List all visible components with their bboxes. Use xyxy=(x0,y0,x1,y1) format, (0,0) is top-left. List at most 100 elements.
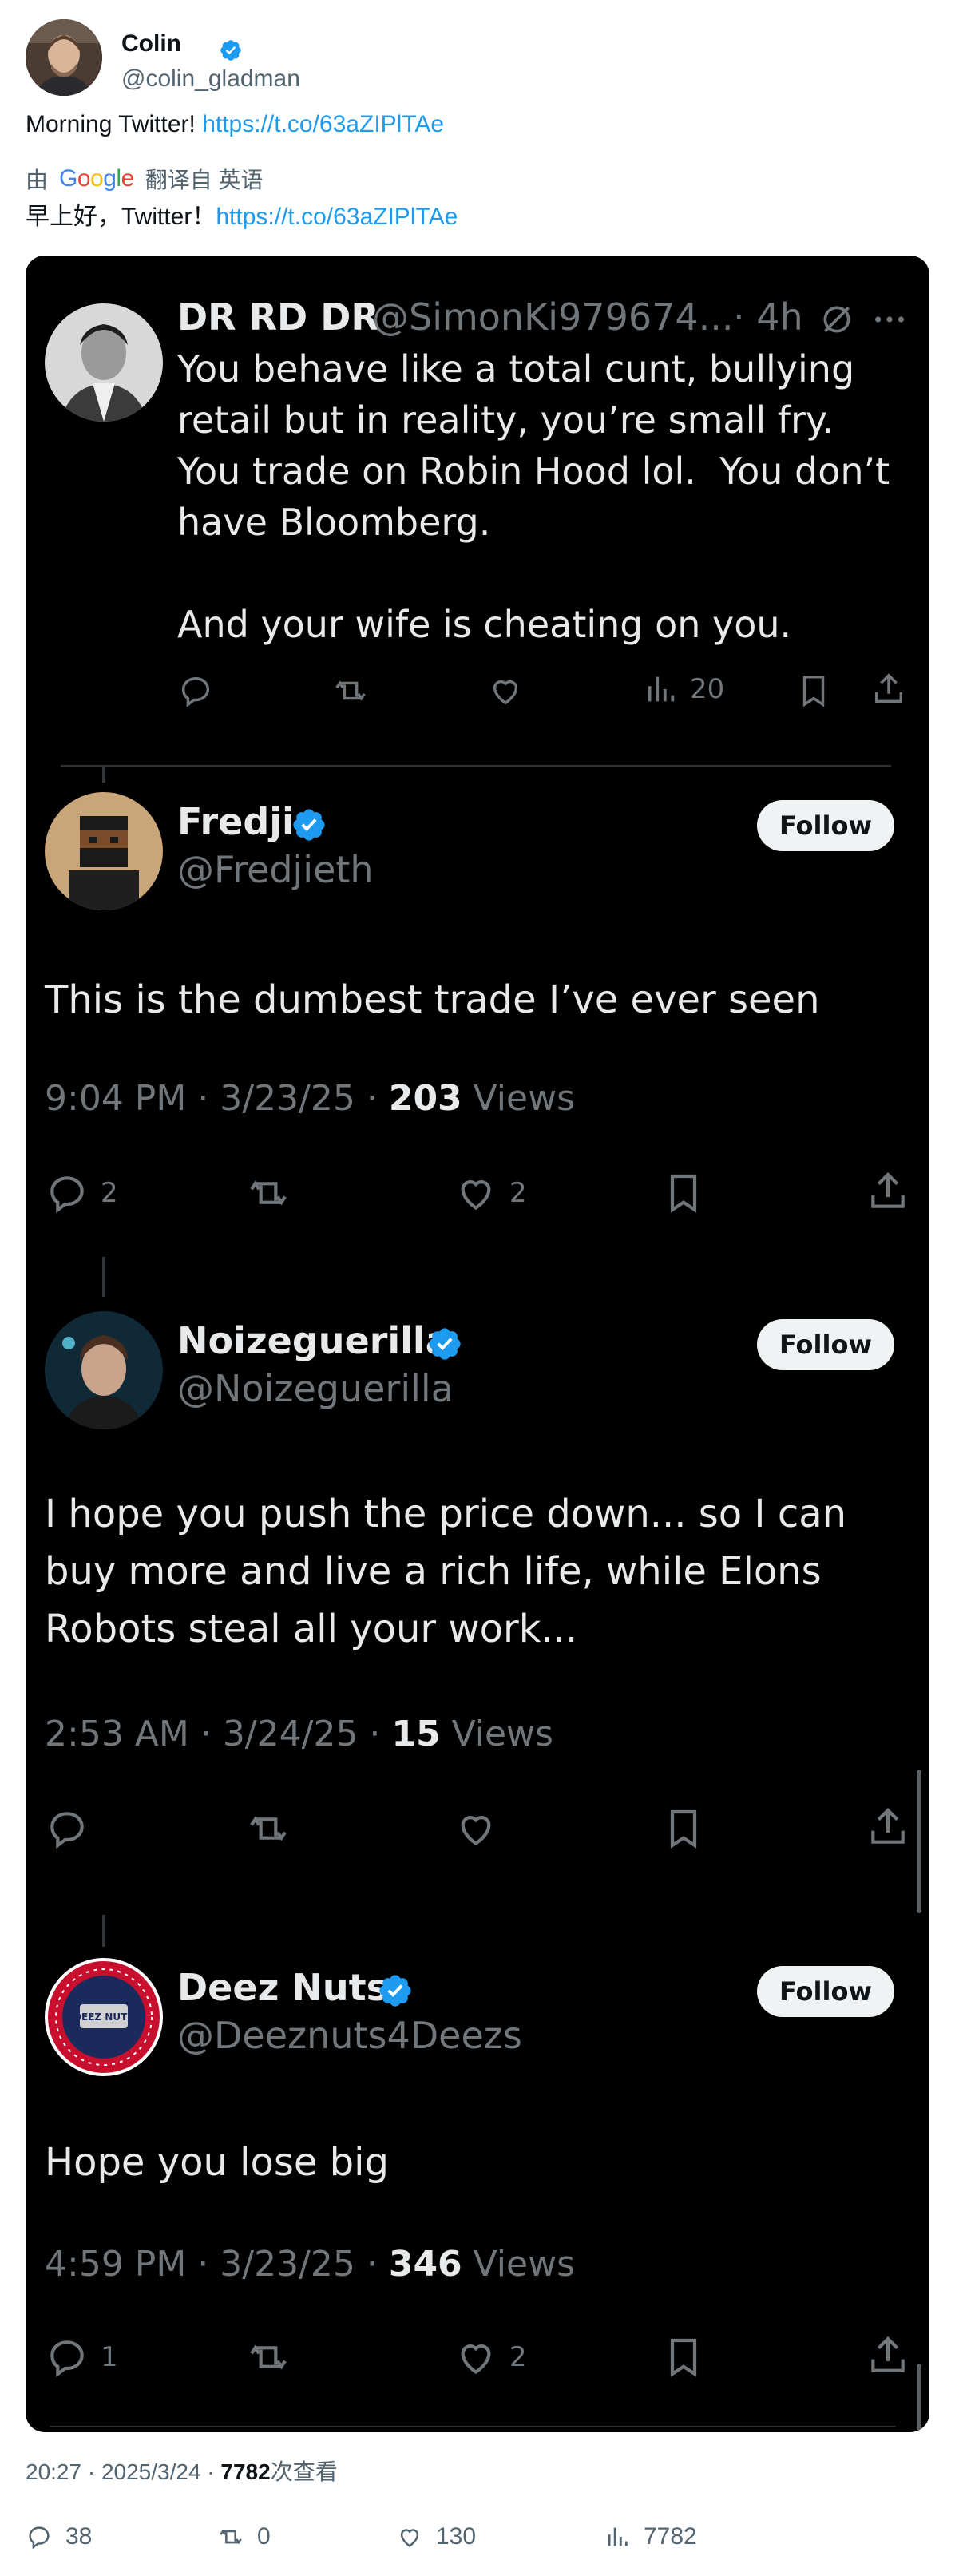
reply-avatar-deeznuts: DEEZ NUTS xyxy=(45,1958,163,2076)
reply-name-fredji: Fredji xyxy=(177,800,295,843)
reply-handle-deeznuts: @Deeznuts4Deezs xyxy=(177,2014,522,2057)
like-stat: 2 xyxy=(454,1171,527,1215)
reply-time: 2:53 AM · 3/24/25 · xyxy=(45,1714,392,1754)
views-count: 7782 xyxy=(644,2523,697,2550)
bookmark-icon xyxy=(802,676,825,707)
reply-avatar-noizeguerilla xyxy=(45,1311,163,1429)
like-count: 130 xyxy=(436,2523,477,2550)
thread-line xyxy=(102,1915,105,1947)
bookmark-icon xyxy=(670,2338,697,2377)
views-icon xyxy=(648,676,675,702)
thread-line xyxy=(102,1257,105,1297)
verified-icon xyxy=(293,809,325,841)
reply-handle-fredji: @Fredjieth xyxy=(177,848,374,891)
reply-text-noizeguerilla: I hope you push the price down... so I c… xyxy=(45,1492,859,1651)
more-icon xyxy=(875,316,904,323)
reply-count: 1 xyxy=(101,2341,118,2373)
retweet-count: 0 xyxy=(257,2523,271,2550)
share-icon xyxy=(871,2336,905,2372)
reply-handle-drrddr: @SimonKi979674... xyxy=(372,295,734,339)
verified-icon xyxy=(220,40,241,61)
views-label: Views xyxy=(440,1714,553,1754)
translation-suffix: 翻译自 英语 xyxy=(145,168,264,192)
translated-link[interactable]: https://t.co/63aZIPlTAe xyxy=(216,204,458,230)
verified-icon xyxy=(379,1975,411,2007)
bookmark-icon xyxy=(670,1809,697,1849)
follow-button: Follow xyxy=(757,1966,894,2017)
reply-time: 9:04 PM · 3/23/25 · xyxy=(45,1078,389,1119)
reply-avatar-fredji xyxy=(45,792,163,910)
reply-icon xyxy=(181,676,210,707)
views-label: Views xyxy=(462,2244,576,2285)
translation-attribution[interactable]: 由 Google 翻译自 英语 xyxy=(26,163,264,195)
share-icon xyxy=(871,1808,905,1844)
translated-text: 早上好，Twitter！https://t.co/63aZIPlTAe xyxy=(26,201,458,233)
google-logo: Google xyxy=(59,165,134,192)
views-label: Views xyxy=(462,1078,576,1119)
follow-button: Follow xyxy=(757,800,894,851)
reply-text-drrddr: You behave like a total cunt, bullying r… xyxy=(177,347,890,646)
reply-time: 4:59 PM · 3/23/25 · xyxy=(45,2244,389,2285)
views-count: 15 xyxy=(391,1714,441,1754)
views-count: 203 xyxy=(388,1078,462,1119)
like-count: 2 xyxy=(509,2341,527,2373)
svg-text:DEEZ NUTS: DEEZ NUTS xyxy=(73,2011,134,2023)
like-icon xyxy=(400,2529,419,2547)
grok-icon xyxy=(823,306,850,333)
share-icon xyxy=(874,673,903,703)
reply-time-drrddr: · 4h xyxy=(733,295,803,339)
tweet-text: Morning Twitter! https://t.co/63aZIPlTAe xyxy=(26,109,444,141)
divider xyxy=(50,2426,896,2427)
author-avatar[interactable] xyxy=(26,19,102,96)
reply-text-fredji: This is the dumbest trade I’ve ever seen xyxy=(45,977,820,1022)
views-count: 346 xyxy=(388,2244,462,2285)
reply-meta-noizeguerilla: 2:53 AM · 3/24/25 · 15 Views xyxy=(45,1714,553,1754)
reply-icon xyxy=(29,2526,50,2550)
reply-meta-fredji: 9:04 PM · 3/23/25 · 203 Views xyxy=(45,1078,575,1119)
tweet-author[interactable]: Colin @colin_gladman xyxy=(26,19,664,99)
reply-count: 2 xyxy=(101,1177,118,1209)
attached-screenshot[interactable]: DR RD DR @SimonKi979674... · 4h You beha… xyxy=(26,256,929,2432)
translated-text-content: 早上好，Twitter！ xyxy=(26,204,216,230)
like-icon xyxy=(461,2344,491,2375)
retweet-action[interactable]: 0 xyxy=(217,2523,271,2550)
like-stat: 2 xyxy=(454,2335,527,2380)
scrollbar xyxy=(917,2364,921,2431)
reply-stat: 1 xyxy=(45,2335,118,2380)
views-icon xyxy=(608,2527,628,2546)
like-count: 2 xyxy=(509,1177,527,1209)
reply-meta-deeznuts: 4:59 PM · 3/23/25 · 346 Views xyxy=(45,2244,575,2285)
tweet-text-content: Morning Twitter! xyxy=(26,111,203,137)
bookmark-icon xyxy=(670,1174,697,1213)
like-action[interactable]: 130 xyxy=(396,2523,476,2550)
reply-action[interactable]: 38 xyxy=(26,2523,92,2550)
tweet-link[interactable]: https://t.co/63aZIPlTAe xyxy=(202,111,444,137)
views-action[interactable]: 7782 xyxy=(604,2523,697,2550)
views-stat: 20 xyxy=(642,671,724,707)
reply-handle-noizeguerilla: @Noizeguerilla xyxy=(177,1367,454,1410)
views-label: 次查看 xyxy=(270,2459,338,2484)
like-icon xyxy=(461,1816,491,1846)
author-name[interactable]: Colin xyxy=(121,30,181,57)
retweet-icon xyxy=(250,1816,287,1841)
share-icon xyxy=(871,1172,905,1208)
tweet-timestamp[interactable]: 20:27 · 2025/3/24 · 7782次查看 xyxy=(26,2455,338,2487)
reply-count: 38 xyxy=(65,2523,93,2550)
reply-icon xyxy=(50,1176,84,1214)
like-icon xyxy=(493,680,518,705)
follow-button: Follow xyxy=(757,1319,894,1370)
retweet-icon xyxy=(335,680,366,701)
reply-name-drrddr: DR RD DR xyxy=(177,295,379,339)
retweet-icon xyxy=(220,2529,242,2545)
retweet-icon xyxy=(250,1180,287,1206)
reply-icon xyxy=(50,2340,84,2378)
reply-text-deeznuts: Hope you lose big xyxy=(45,2140,389,2185)
author-handle[interactable]: @colin_gladman xyxy=(121,65,300,93)
reply-name-noizeguerilla: Noizeguerilla xyxy=(177,1319,450,1362)
reply-name-deeznuts: Deez Nuts xyxy=(177,1966,388,2009)
verified-icon xyxy=(429,1328,461,1360)
views-count: 20 xyxy=(690,673,725,705)
timestamp-text: 20:27 · 2025/3/24 · xyxy=(26,2459,221,2484)
divider xyxy=(61,765,891,767)
translation-prefix: 由 xyxy=(26,168,49,192)
